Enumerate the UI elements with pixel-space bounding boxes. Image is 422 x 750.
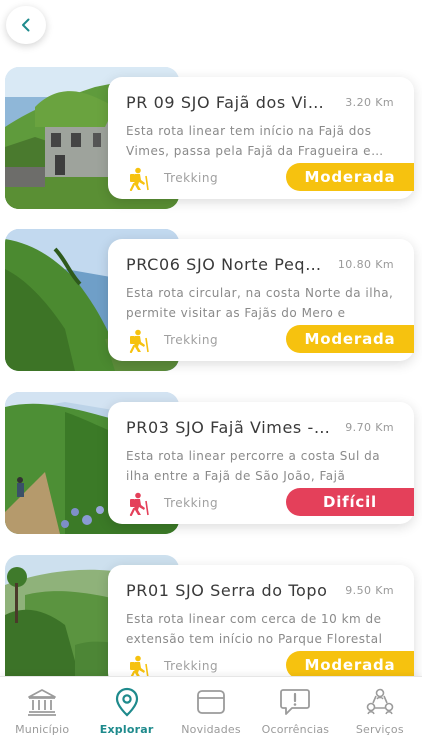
chevron-left-icon xyxy=(22,18,30,32)
route-distance: 9.50 Km xyxy=(345,584,394,597)
tab-label: Ocorrências xyxy=(261,723,330,736)
route-description: Esta rota linear percorre a costa Sul da… xyxy=(126,449,381,483)
route-card[interactable]: PR01 SJO Serra do Topo 9.50 Km Esta rota… xyxy=(108,565,414,687)
back-button[interactable] xyxy=(6,6,46,44)
tab-label: Explorar xyxy=(99,723,154,736)
tab-municipio[interactable]: Município xyxy=(0,677,84,750)
route-card[interactable]: PRC06 SJO Norte Pequeno 10.80 Km Esta ro… xyxy=(108,239,414,361)
difficulty-badge: Moderada xyxy=(286,651,414,679)
route-activity: Trekking xyxy=(164,659,219,673)
route-distance: 9.70 Km xyxy=(345,421,394,434)
route-item[interactable]: PR03 SJO Fajã Vimes - Lopo 9.70 Km Esta … xyxy=(0,392,422,537)
route-activity: Trekking xyxy=(164,171,219,185)
tab-explorar[interactable]: Explorar xyxy=(84,677,168,750)
town-hall-icon xyxy=(28,689,57,716)
route-title: PR01 SJO Serra do Topo xyxy=(126,581,328,600)
route-activity: Trekking xyxy=(164,496,219,510)
tab-label: Novidades xyxy=(181,723,241,736)
route-card[interactable]: PR 09 SJO Fajã dos Vimes 3.20 Km Esta ro… xyxy=(108,77,414,199)
tab-label: Município xyxy=(15,723,70,736)
route-description: Esta rota circular, na costa Norte da il… xyxy=(126,286,394,320)
location-pin-icon xyxy=(115,687,138,717)
route-item[interactable]: PR 09 SJO Fajã dos Vimes 3.20 Km Esta ro… xyxy=(0,67,422,212)
news-window-icon xyxy=(197,690,225,714)
route-card[interactable]: PR03 SJO Fajã Vimes - Lopo 9.70 Km Esta … xyxy=(108,402,414,524)
hiker-icon xyxy=(129,167,149,191)
tab-novidades[interactable]: Novidades xyxy=(169,677,253,750)
difficulty-badge: Moderada xyxy=(286,163,414,191)
bottom-tab-bar: Município Explorar Novidades Ocorrências xyxy=(0,676,422,750)
route-item[interactable]: PRC06 SJO Norte Pequeno 10.80 Km Esta ro… xyxy=(0,229,422,374)
hiker-icon xyxy=(129,492,149,516)
tab-ocorrencias[interactable]: Ocorrências xyxy=(253,677,337,750)
difficulty-badge: Moderada xyxy=(286,325,414,353)
route-title: PRC06 SJO Norte Pequeno xyxy=(126,255,331,274)
route-distance: 10.80 Km xyxy=(337,258,394,271)
route-distance: 3.20 Km xyxy=(345,96,394,109)
tab-label: Serviços xyxy=(355,723,404,736)
hiker-icon xyxy=(129,329,149,353)
route-title: PR 09 SJO Fajã dos Vimes xyxy=(126,93,331,112)
route-activity: Trekking xyxy=(164,333,219,347)
route-title: PR03 SJO Fajã Vimes - Lopo xyxy=(126,418,331,437)
services-network-icon xyxy=(366,688,394,715)
difficulty-badge: Difícil xyxy=(286,488,414,516)
route-description: Esta rota linear tem início na Fajã dos … xyxy=(126,124,372,158)
alert-chat-icon xyxy=(280,689,311,715)
tab-servicos[interactable]: Serviços xyxy=(338,677,422,750)
route-description: Esta rota linear com cerca de 10 km de e… xyxy=(126,612,383,646)
